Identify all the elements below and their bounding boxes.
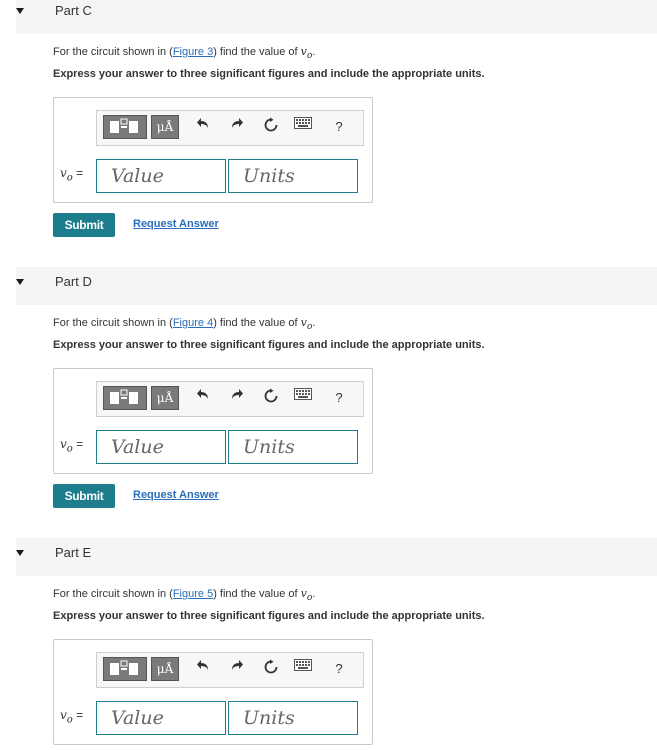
part-title[interactable]: Part C — [55, 3, 92, 18]
undo-icon[interactable] — [193, 659, 213, 679]
request-answer-link[interactable]: Request Answer — [133, 218, 219, 230]
variable-symbol: vo — [301, 316, 313, 332]
keyboard-icon[interactable] — [293, 117, 313, 137]
units-icon[interactable]: μÅ — [151, 115, 179, 139]
answer-instruction: Express your answer to three significant… — [53, 339, 485, 351]
submit-button[interactable]: Submit — [53, 213, 115, 237]
equals-sign: = — [72, 708, 84, 722]
variable-symbol: vo — [301, 45, 313, 61]
redo-icon[interactable] — [227, 659, 247, 679]
question-prompt: For the circuit shown in (Figure 5) find… — [53, 587, 315, 603]
value-input[interactable] — [96, 159, 226, 193]
answer-variable-label: vo = — [60, 166, 83, 183]
units-icon[interactable]: μÅ — [151, 386, 179, 410]
prompt-text-end: . — [312, 588, 316, 600]
figure-link[interactable]: Figure 4 — [173, 317, 213, 329]
reset-icon[interactable] — [261, 388, 281, 408]
figure-link[interactable]: Figure 3 — [173, 46, 213, 58]
units-input[interactable] — [228, 159, 358, 193]
question-prompt: For the circuit shown in (Figure 4) find… — [53, 316, 315, 332]
units-input[interactable] — [228, 701, 358, 735]
prompt-text-end: . — [312, 317, 316, 329]
question-prompt: For the circuit shown in (Figure 3) find… — [53, 45, 315, 61]
equals-sign: = — [72, 437, 84, 451]
undo-icon[interactable] — [193, 117, 213, 137]
answer-instruction: Express your answer to three significant… — [53, 68, 485, 80]
answer-instruction: Express your answer to three significant… — [53, 610, 485, 622]
submit-button[interactable]: Submit — [53, 484, 115, 508]
prompt-text-end: . — [312, 46, 316, 58]
prompt-text-mid: ) find the value of — [213, 317, 301, 329]
part-header[interactable] — [16, 267, 657, 305]
part-title[interactable]: Part D — [55, 274, 92, 289]
prompt-text-mid: ) find the value of — [213, 46, 301, 58]
answer-box: μÅ ? vo = — [53, 368, 373, 474]
answer-box: μÅ ? vo = — [53, 639, 373, 745]
variable-symbol: vo — [301, 587, 313, 603]
part-header[interactable] — [16, 0, 657, 34]
answer-box: μÅ ? vo = — [53, 97, 373, 203]
request-answer-link[interactable]: Request Answer — [133, 489, 219, 501]
caret-down-icon[interactable] — [16, 550, 24, 556]
equals-sign: = — [72, 166, 84, 180]
keyboard-icon[interactable] — [293, 388, 313, 408]
reset-icon[interactable] — [261, 659, 281, 679]
part-header[interactable] — [16, 538, 657, 576]
caret-down-icon[interactable] — [16, 279, 24, 285]
help-icon[interactable]: ? — [329, 659, 349, 679]
units-input[interactable] — [228, 430, 358, 464]
answer-variable-label: vo = — [60, 437, 83, 454]
templates-icon[interactable] — [103, 386, 147, 410]
undo-icon[interactable] — [193, 388, 213, 408]
prompt-text-start: For the circuit shown in ( — [53, 588, 173, 600]
part-title[interactable]: Part E — [55, 545, 91, 560]
answer-variable: v — [60, 437, 67, 451]
value-input[interactable] — [96, 701, 226, 735]
units-icon[interactable]: μÅ — [151, 657, 179, 681]
math-toolbar: μÅ ? — [96, 652, 364, 688]
caret-down-icon[interactable] — [16, 8, 24, 14]
help-icon[interactable]: ? — [329, 388, 349, 408]
answer-variable: v — [60, 166, 67, 180]
prompt-text-mid: ) find the value of — [213, 588, 301, 600]
answer-variable-label: vo = — [60, 708, 83, 725]
part-c-section: Part C For the circuit shown in (Figure … — [0, 0, 657, 246]
keyboard-icon[interactable] — [293, 659, 313, 679]
redo-icon[interactable] — [227, 388, 247, 408]
redo-icon[interactable] — [227, 117, 247, 137]
figure-link[interactable]: Figure 5 — [173, 588, 213, 600]
value-input[interactable] — [96, 430, 226, 464]
part-d-section: Part D For the circuit shown in (Figure … — [0, 267, 657, 517]
prompt-text-start: For the circuit shown in ( — [53, 46, 173, 58]
prompt-text-start: For the circuit shown in ( — [53, 317, 173, 329]
templates-icon[interactable] — [103, 657, 147, 681]
part-e-section: Part E For the circuit shown in (Figure … — [0, 538, 657, 750]
answer-variable: v — [60, 708, 67, 722]
help-icon[interactable]: ? — [329, 117, 349, 137]
templates-icon[interactable] — [103, 115, 147, 139]
math-toolbar: μÅ ? — [96, 381, 364, 417]
math-toolbar: μÅ ? — [96, 110, 364, 146]
reset-icon[interactable] — [261, 117, 281, 137]
